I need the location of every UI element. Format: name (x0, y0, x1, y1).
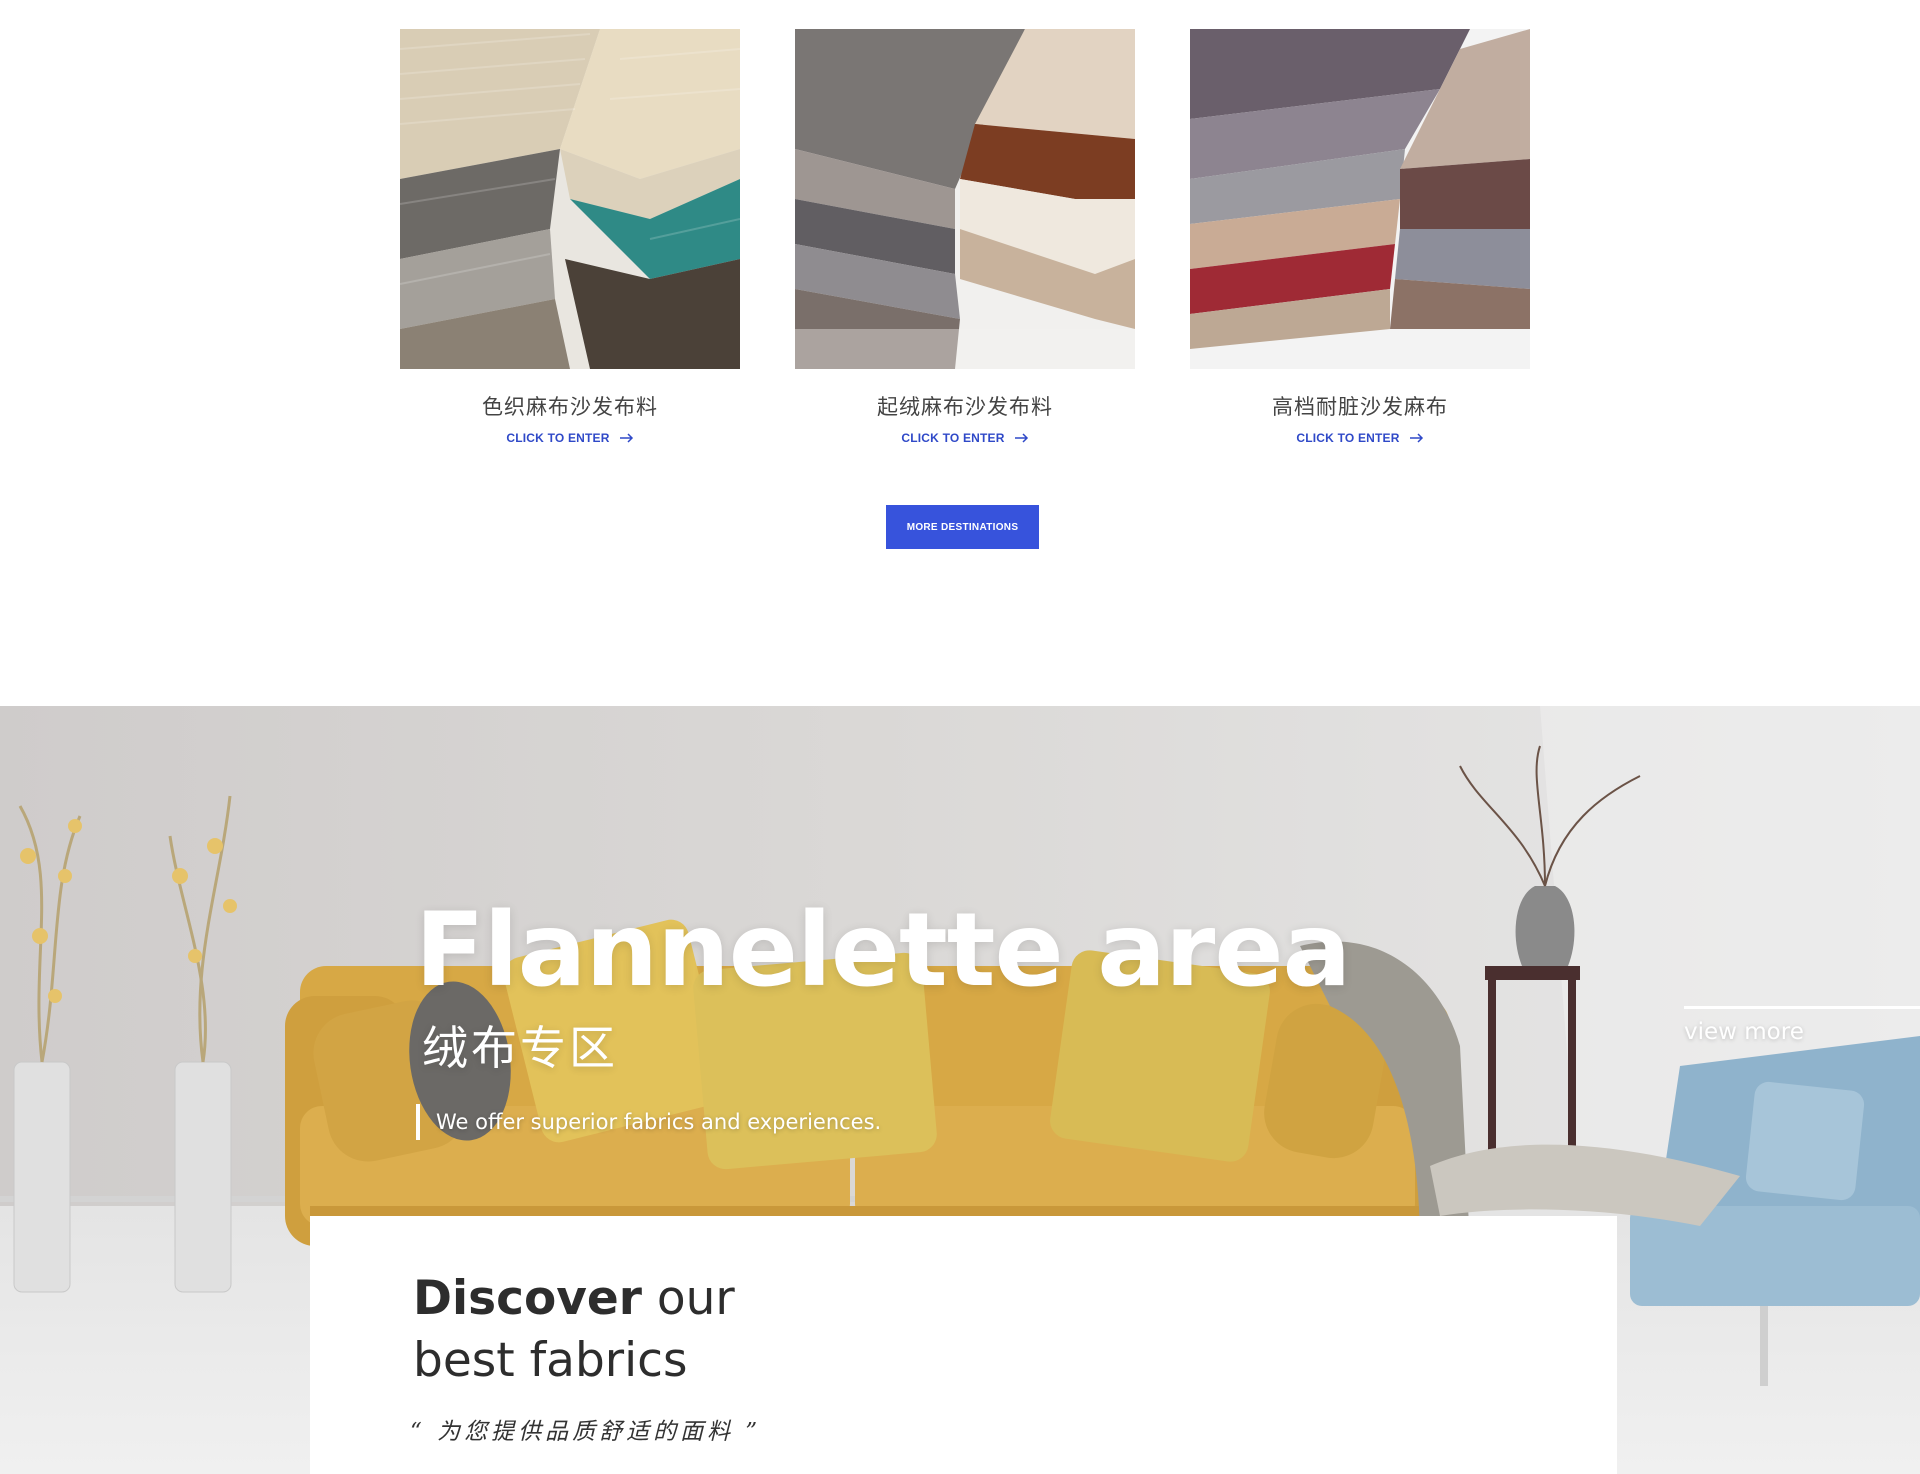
product-card-premium-linen[interactable]: 高档耐脏沙发麻布 CLICK TO ENTER (1190, 29, 1530, 445)
discover-heading-bold: Discover (413, 1271, 642, 1326)
product-image-woven-linen[interactable] (400, 29, 740, 369)
product-category-section: 色织麻布沙发布料 CLICK TO ENTER 起绒麻布沙发布料 CLICK T… (0, 0, 1920, 706)
arrow-right-icon (1014, 433, 1028, 443)
banner-title: Flannelette area (415, 891, 1351, 1010)
click-to-enter-link[interactable]: CLICK TO ENTER (400, 431, 740, 445)
discover-heading: Discover our best fabrics (413, 1268, 833, 1392)
fabric-stack-image (1190, 29, 1530, 369)
more-destinations-button[interactable]: MORE DESTINATIONS (886, 505, 1039, 549)
link-label: CLICK TO ENTER (901, 431, 1005, 445)
product-card-woven-linen[interactable]: 色织麻布沙发布料 CLICK TO ENTER (400, 29, 740, 445)
discover-panel: Discover our best fabrics “ 为您提供品质舒适的面料 … (310, 1216, 1617, 1474)
product-image-premium-linen[interactable] (1190, 29, 1530, 369)
discover-quote: “ 为您提供品质舒适的面料 ” (410, 1419, 762, 1445)
product-title: 色织麻布沙发布料 (482, 395, 658, 419)
product-title: 高档耐脏沙发麻布 (1272, 395, 1448, 419)
arrow-right-icon (619, 433, 633, 443)
banner-subtitle: 绒布专区 (422, 1021, 618, 1075)
link-label: CLICK TO ENTER (1296, 431, 1400, 445)
fabric-stack-image (795, 29, 1135, 369)
arrow-right-icon (1409, 433, 1423, 443)
product-image-brushed-linen[interactable] (795, 29, 1135, 369)
product-card-brushed-linen[interactable]: 起绒麻布沙发布料 CLICK TO ENTER (795, 29, 1135, 445)
click-to-enter-link[interactable]: CLICK TO ENTER (1190, 431, 1530, 445)
link-label: CLICK TO ENTER (506, 431, 610, 445)
view-more-link[interactable]: view more (1684, 1006, 1920, 1045)
product-title: 起绒麻布沙发布料 (877, 395, 1053, 419)
fabric-stack-image (400, 29, 740, 369)
banner-tagline: We offer superior fabrics and experience… (416, 1104, 881, 1140)
click-to-enter-link[interactable]: CLICK TO ENTER (795, 431, 1135, 445)
